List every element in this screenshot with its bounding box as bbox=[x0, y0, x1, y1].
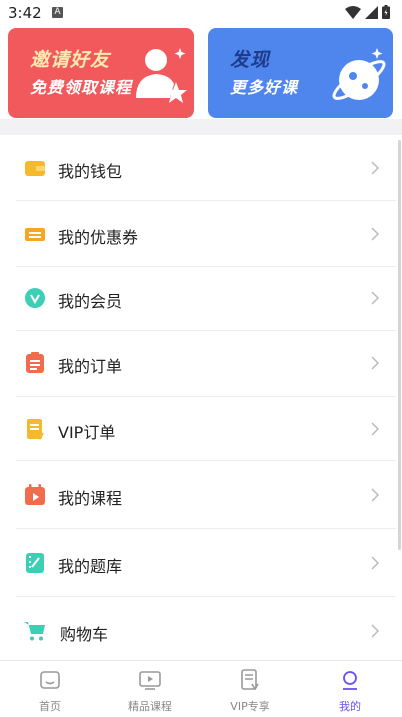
scrollbar[interactable] bbox=[398, 140, 401, 550]
chevron-right-icon bbox=[371, 488, 380, 502]
tab-profile[interactable]: 我的 bbox=[300, 661, 400, 717]
status-bar: 3:42 A bbox=[0, 0, 402, 26]
video-course-icon bbox=[139, 671, 161, 690]
chevron-right-icon bbox=[371, 624, 380, 638]
menu-item-label: VIP订单 bbox=[58, 423, 116, 442]
tab-home[interactable]: 首页 bbox=[0, 661, 100, 717]
user-star-icon bbox=[136, 48, 187, 103]
notification-icon: A bbox=[52, 7, 63, 18]
planet-icon bbox=[332, 48, 386, 100]
course-calendar-icon bbox=[25, 484, 45, 505]
menu-item-label: 我的订单 bbox=[58, 357, 123, 376]
bottom-tab-bar: 首页 精品课程 VIP专享 我的 bbox=[0, 660, 402, 717]
chevron-right-icon bbox=[371, 161, 380, 175]
menu-item-label: 我的会员 bbox=[58, 292, 123, 311]
wallet-icon bbox=[25, 161, 45, 176]
menu-item-wallet[interactable]: 我的钱包 bbox=[16, 135, 396, 201]
tab-courses[interactable]: 精品课程 bbox=[100, 661, 200, 717]
vip-document-icon bbox=[241, 669, 259, 691]
menu-item-membership[interactable]: 我的会员 bbox=[16, 265, 396, 331]
menu-item-label: 我的优惠券 bbox=[58, 228, 139, 247]
home-icon bbox=[40, 671, 60, 689]
chevron-right-icon bbox=[371, 227, 380, 241]
chevron-right-icon bbox=[371, 556, 380, 570]
coupon-icon bbox=[25, 228, 45, 241]
discover-banner-title: 发现 bbox=[230, 49, 271, 71]
chevron-right-icon bbox=[371, 291, 380, 305]
shopping-cart-icon bbox=[24, 622, 45, 641]
menu-item-vip-orders[interactable]: VIP订单 bbox=[16, 397, 396, 461]
wifi-icon bbox=[345, 5, 361, 19]
menu-item-label: 我的题库 bbox=[58, 557, 123, 576]
tab-vip[interactable]: VIP专享 bbox=[200, 661, 300, 717]
status-time: 3:42 bbox=[8, 4, 42, 22]
invite-banner-title: 邀请好友 bbox=[30, 49, 111, 71]
chevron-right-icon bbox=[371, 356, 380, 370]
chevron-right-icon bbox=[371, 422, 380, 436]
menu-item-question-bank[interactable]: 我的题库 bbox=[16, 529, 396, 597]
vip-member-icon bbox=[25, 288, 45, 308]
invite-friends-banner[interactable]: 邀请好友 免费领取课程 bbox=[8, 28, 194, 118]
section-divider bbox=[0, 119, 402, 135]
status-icons bbox=[345, 5, 390, 19]
menu-item-orders[interactable]: 我的订单 bbox=[16, 329, 396, 397]
tab-label: 精品课程 bbox=[128, 700, 172, 713]
invite-banner-subtitle: 免费领取课程 bbox=[30, 78, 133, 97]
menu-item-label: 我的课程 bbox=[58, 489, 123, 508]
tab-label: 首页 bbox=[39, 700, 61, 713]
menu-item-label: 我的钱包 bbox=[58, 162, 123, 181]
banner-area: 邀请好友 免费领取课程 发现 更多好课 bbox=[0, 26, 402, 133]
menu-item-courses[interactable]: 我的课程 bbox=[16, 461, 396, 529]
menu-item-label: 购物车 bbox=[60, 625, 109, 644]
signal-icon bbox=[365, 5, 378, 19]
discover-courses-banner[interactable]: 发现 更多好课 bbox=[208, 28, 393, 118]
menu-item-coupons[interactable]: 我的优惠券 bbox=[16, 201, 396, 267]
question-bank-icon bbox=[26, 553, 44, 573]
discover-banner-subtitle: 更多好课 bbox=[230, 78, 299, 97]
battery-icon bbox=[382, 5, 390, 19]
tab-label: 我的 bbox=[339, 700, 361, 713]
menu-item-shopping-cart[interactable]: 购物车 bbox=[16, 597, 396, 661]
profile-icon bbox=[343, 671, 357, 690]
order-clipboard-icon bbox=[26, 352, 44, 373]
tab-label: VIP专享 bbox=[230, 700, 270, 713]
vip-order-icon bbox=[27, 419, 44, 440]
